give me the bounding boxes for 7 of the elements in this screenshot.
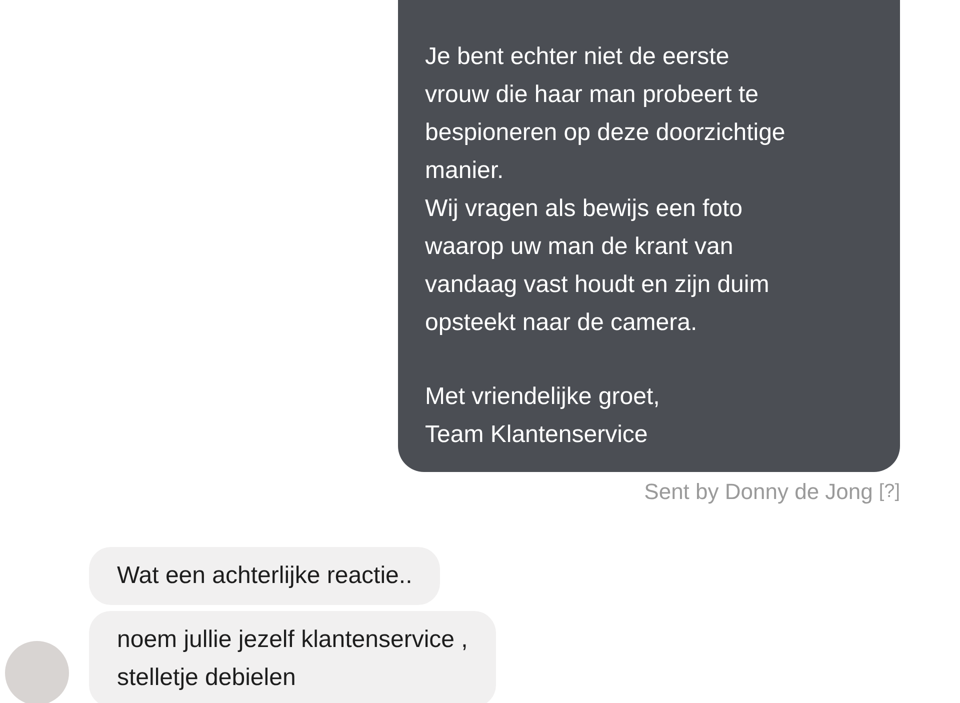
- help-link[interactable]: [?]: [878, 475, 900, 509]
- sender-caption: Sent by Donny de Jong: [644, 478, 873, 506]
- message-text: noem jullie jezelf klantenservice ,: [117, 625, 468, 655]
- message-text: stelletje debielen: [117, 663, 297, 693]
- message-text: Met vriendelijke groet, Team Klantenservice: [425, 382, 661, 450]
- message-text: Je bent echter niet de eerste vrouw die haar man probeert te bespioneren op deze doorzichtige manier. Wij vragen als bewijs een foto waarop uw man de krant van vandaag vast houdt en zijn duim opsteekt naar de camera.: [425, 42, 786, 338]
- message-text: Wat een achterlijke reactie..: [117, 561, 412, 591]
